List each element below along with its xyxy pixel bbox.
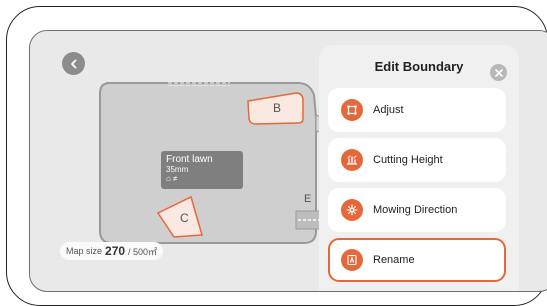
map-size-label: Map size bbox=[66, 246, 103, 256]
menu-item-label: Cutting Height bbox=[373, 154, 443, 166]
menu-item-label: Rename bbox=[373, 254, 415, 266]
mowing-direction-icon bbox=[341, 199, 363, 221]
map-size-total: / 500㎡ bbox=[128, 246, 158, 257]
close-icon bbox=[494, 68, 503, 77]
chevron-left-icon bbox=[70, 59, 76, 68]
zone-c-label: C bbox=[180, 211, 189, 225]
lawn-name: Front lawn bbox=[166, 154, 213, 165]
adjust-icon bbox=[341, 99, 363, 121]
lawn-height: 35mm bbox=[166, 165, 189, 174]
map-size-value: 270 bbox=[105, 244, 126, 258]
menu-item-mowing-direction[interactable]: Mowing Direction bbox=[328, 188, 506, 232]
zone-b-label: B bbox=[273, 101, 282, 115]
menu-item-adjust[interactable]: Adjust bbox=[328, 88, 506, 132]
device-frame: B C E Front lawn 35mm ⌂ ≠ Map size 270 /… bbox=[6, 6, 547, 306]
app-screen: B C E Front lawn 35mm ⌂ ≠ Map size 270 /… bbox=[29, 30, 547, 292]
zone-e-label: E bbox=[304, 193, 312, 205]
lawn-status-icons: ⌂ ≠ bbox=[166, 174, 178, 183]
edit-boundary-panel: Edit Boundary Adjust Cutting Height Mowi… bbox=[319, 45, 519, 291]
cutting-height-icon bbox=[341, 149, 363, 171]
map-size-badge: Map size 270 / 500㎡ bbox=[60, 242, 164, 260]
menu-item-rename[interactable]: Rename bbox=[328, 238, 506, 282]
menu-item-cutting-height[interactable]: Cutting Height bbox=[328, 138, 506, 182]
menu-item-label: Mowing Direction bbox=[373, 204, 458, 216]
close-button[interactable] bbox=[490, 64, 507, 81]
rename-icon bbox=[341, 249, 363, 271]
back-button[interactable] bbox=[62, 52, 85, 75]
menu-item-label: Adjust bbox=[373, 104, 404, 116]
panel-title: Edit Boundary bbox=[374, 59, 464, 74]
lawn-info-tag[interactable]: Front lawn 35mm ⌂ ≠ bbox=[161, 151, 243, 189]
